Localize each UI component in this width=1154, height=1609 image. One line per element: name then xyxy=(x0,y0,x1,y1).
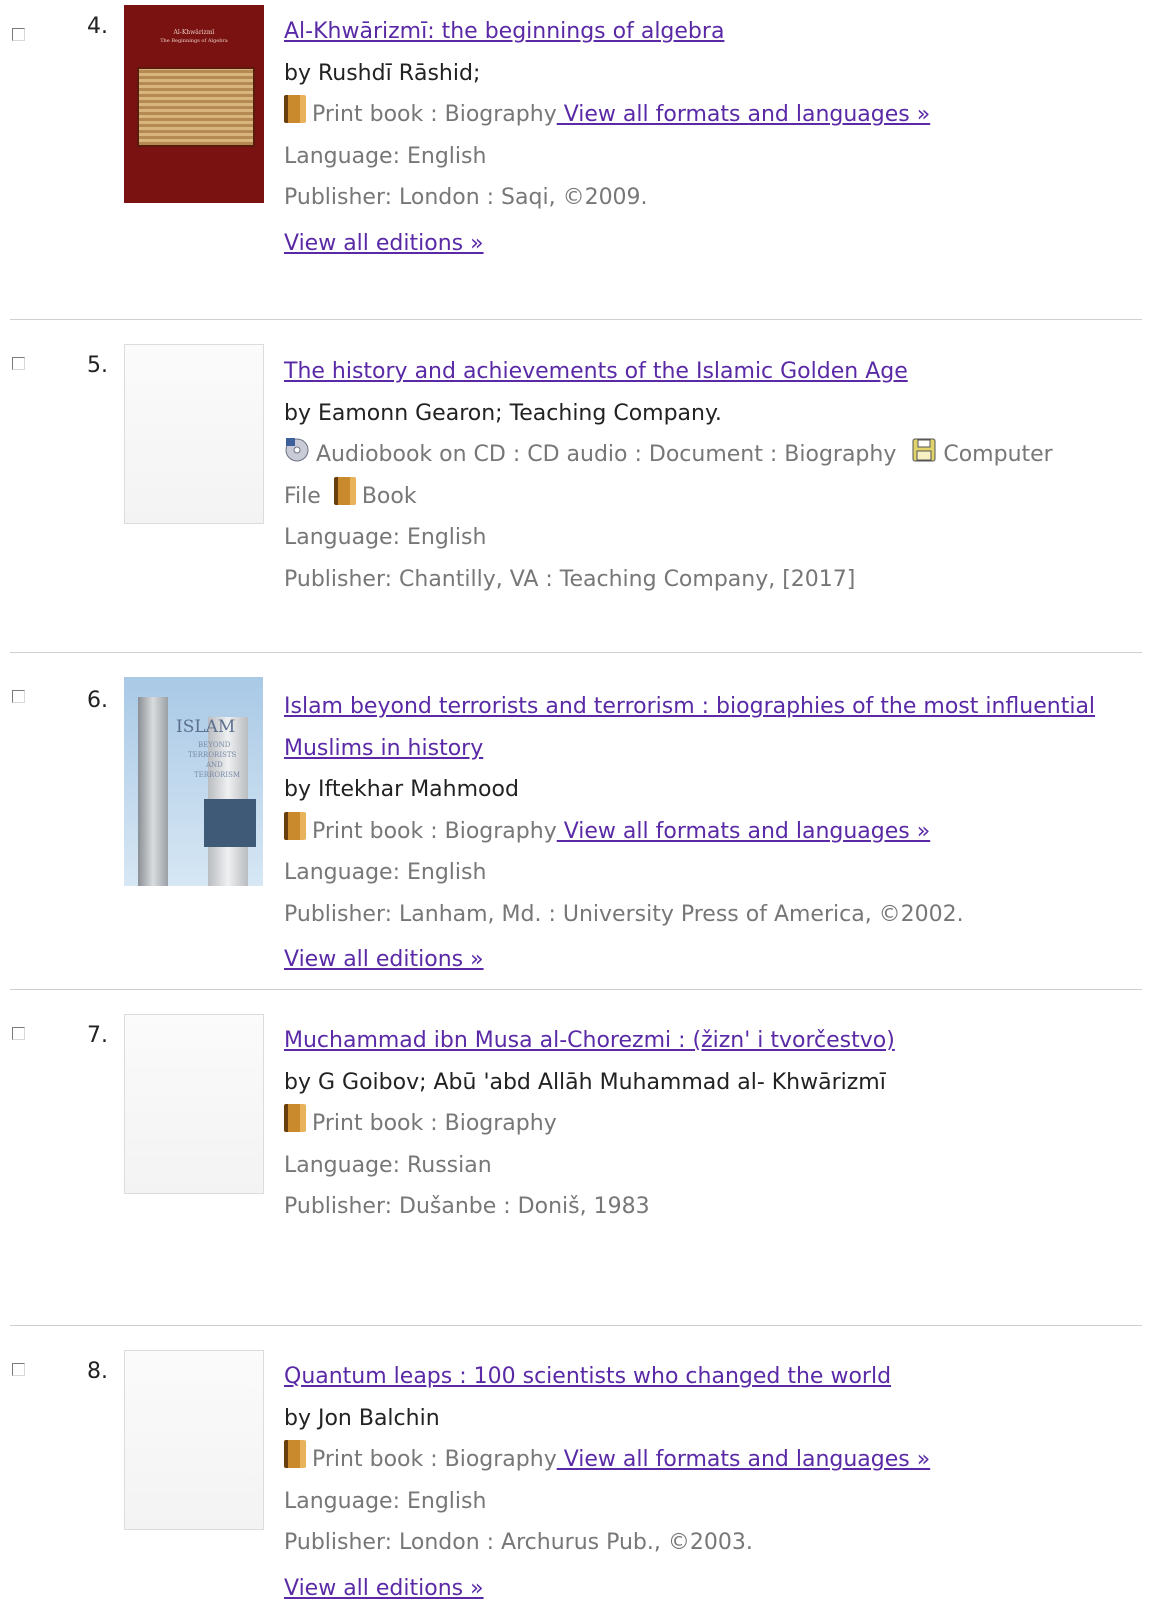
format-text: Print book : Biography xyxy=(312,102,557,127)
cover-word: TERRORISM xyxy=(194,771,241,779)
result-number: 5. xyxy=(87,353,108,378)
cover-thumbnail[interactable]: Al-Khwārizmī The Beginnings of Algebra xyxy=(124,5,264,203)
format-text: Book xyxy=(361,483,417,509)
record-divider xyxy=(10,319,1142,320)
view-all-editions-link[interactable]: View all editions » xyxy=(284,231,484,256)
format-text: Print book : Biography xyxy=(312,818,557,844)
record-title-link[interactable]: Islam beyond terrorists and terrorism : … xyxy=(284,694,1095,719)
author-line: by Iftekhar Mahmood xyxy=(284,777,519,802)
record-divider xyxy=(10,1325,1142,1326)
view-all-formats-link[interactable]: View all formats and languages » xyxy=(557,1447,931,1472)
cover-placeholder[interactable] xyxy=(124,1350,264,1530)
record-title-link[interactable]: Muchammad ibn Musa al-Chorezmi : (žizn' … xyxy=(284,1028,895,1053)
record-details: Muchammad ibn Musa al-Chorezmi : (žizn' … xyxy=(284,1020,1144,1228)
record-details: Quantum leaps : 100 scientists who chang… xyxy=(284,1356,1144,1609)
cover-subtitle: The Beginnings of Algebra xyxy=(160,38,228,44)
format-text: Computer xyxy=(943,442,1053,467)
record-details: Al-Khwārizmī: the beginnings of algebra … xyxy=(284,11,1144,264)
select-checkbox[interactable] xyxy=(12,1363,25,1376)
cover-text-band xyxy=(204,799,256,847)
result-number: 4. xyxy=(87,14,108,39)
cover-placeholder[interactable] xyxy=(124,344,264,524)
format-text: Audiobook on CD : CD audio : Document : … xyxy=(316,442,897,467)
print-book-icon xyxy=(284,1104,306,1132)
select-checkbox[interactable] xyxy=(12,357,25,370)
cover-word: BEYOND xyxy=(198,741,231,749)
computer-file-icon xyxy=(912,438,936,462)
author-line: by Rushdī Rāshid; xyxy=(284,60,481,86)
language-text: Language: English xyxy=(284,1488,487,1514)
result-number: 6. xyxy=(87,688,108,713)
cover-word: ISLAM xyxy=(176,717,236,737)
cover-word: TERRORISTS xyxy=(188,751,237,759)
cover-title: Al-Khwārizmī xyxy=(173,29,215,36)
language-text: Language: English xyxy=(284,525,487,550)
print-book-icon xyxy=(284,95,306,123)
publisher-text: Publisher: Chantilly, VA : Teaching Comp… xyxy=(284,566,856,592)
minaret-image xyxy=(138,697,168,886)
publisher-text: Publisher: Lanham, Md. : University Pres… xyxy=(284,901,964,927)
record-details: Islam beyond terrorists and terrorism : … xyxy=(284,686,1144,981)
author-line: by Jon Balchin xyxy=(284,1405,440,1431)
record-title-link[interactable]: Quantum leaps : 100 scientists who chang… xyxy=(284,1364,891,1389)
record-divider xyxy=(10,652,1142,653)
book-icon xyxy=(333,476,356,505)
record-title-link[interactable]: The history and achievements of the Isla… xyxy=(284,359,908,384)
cover-placeholder[interactable] xyxy=(124,1014,264,1194)
select-checkbox[interactable] xyxy=(12,690,25,703)
publisher-text: Publisher: London : Archurus Pub., ©2003… xyxy=(284,1530,753,1555)
record-title-link[interactable]: Muslims in history xyxy=(284,736,483,761)
format-text: Print book : Biography xyxy=(312,1111,557,1136)
author-line: by Eamonn Gearon; Teaching Company. xyxy=(284,400,722,426)
result-number: 7. xyxy=(87,1023,108,1048)
print-book-icon xyxy=(284,1440,306,1468)
language-text: Language: English xyxy=(284,143,487,169)
view-all-editions-link[interactable]: View all editions » xyxy=(284,1576,484,1601)
language-text: Language: English xyxy=(284,860,487,885)
select-checkbox[interactable] xyxy=(12,1027,25,1040)
print-book-icon xyxy=(284,811,306,840)
cover-word: AND xyxy=(206,761,223,769)
cover-thumbnail[interactable]: ISLAM BEYOND TERRORISTS AND TERRORISM xyxy=(124,677,263,886)
record-details: The history and achievements of the Isla… xyxy=(284,351,1144,600)
author-line: by G Goibov; Abū 'abd Allāh Muhammad al-… xyxy=(284,1069,886,1095)
audiobook-cd-icon xyxy=(285,438,309,462)
publisher-text: Publisher: London : Saqi, ©2009. xyxy=(284,185,648,210)
cover-manuscript-image xyxy=(137,67,255,147)
format-text: File xyxy=(284,483,321,509)
view-all-formats-link[interactable]: View all formats and languages » xyxy=(557,819,931,844)
format-text: Print book : Biography xyxy=(312,1447,557,1472)
publisher-text: Publisher: Dušanbe : Doniš, 1983 xyxy=(284,1194,650,1219)
record-title-link[interactable]: Al-Khwārizmī: the beginnings of algebra xyxy=(284,19,724,44)
result-number: 8. xyxy=(87,1359,108,1384)
view-all-editions-link[interactable]: View all editions » xyxy=(284,947,484,972)
select-checkbox[interactable] xyxy=(12,28,25,41)
language-text: Language: Russian xyxy=(284,1152,492,1178)
record-divider xyxy=(10,989,1142,990)
view-all-formats-link[interactable]: View all formats and languages » xyxy=(557,102,931,127)
